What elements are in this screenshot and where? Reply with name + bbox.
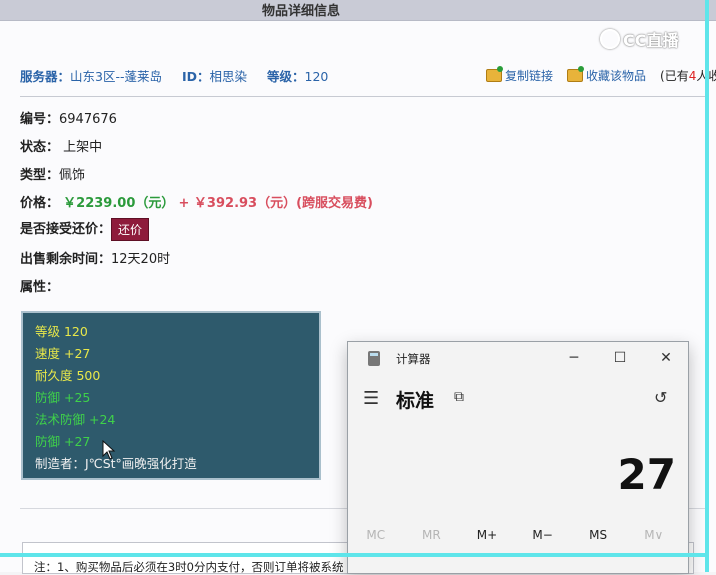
mr-button[interactable]: MR <box>404 528 460 542</box>
item-actions: 复制链接 收藏该物品 (已有4人收 <box>486 66 716 84</box>
server-label: 服务器： <box>20 69 71 84</box>
calculator-window[interactable]: 计算器 ─ ☐ ✕ ☰ 标准 ⧉ ↺ 27 MC MR M+ M− MS M∨ <box>347 341 689 574</box>
attr-line: 防御 +27 <box>35 434 91 449</box>
capture-frame-bottom <box>0 553 709 557</box>
bargain-label: 是否接受还价： <box>20 222 112 237</box>
mouse-cursor-icon <box>102 440 116 460</box>
status-value: 上架中 <box>63 140 103 155</box>
calculator-title: 计算器 <box>396 352 431 366</box>
number-label: 编号： <box>20 112 60 127</box>
hamburger-menu-icon[interactable]: ☰ <box>363 388 379 409</box>
memory-row: MC MR M+ M− MS M∨ <box>348 528 688 542</box>
calculator-app-icon <box>368 351 380 366</box>
attr-line: 制造者：J℃St°画晚强化打造 <box>35 456 197 471</box>
bargain-button[interactable]: 还价 <box>111 218 150 241</box>
time-left-value: 12天20时 <box>111 252 171 267</box>
price-value: ￥2239.00（元） <box>63 196 175 211</box>
time-left-label: 出售剩余时间： <box>20 252 112 267</box>
notice-text: 注：1、购买物品后必须在3时0分内支付，否则订单将被系统 <box>34 560 344 574</box>
keep-on-top-icon[interactable]: ⧉ <box>454 389 464 405</box>
item-number-row: 编号：6947676 <box>20 108 117 127</box>
favorite-label: 收藏该物品 <box>586 69 647 83</box>
type-label: 类型： <box>20 168 60 183</box>
attr-line: 耐久度 500 <box>35 368 101 383</box>
attr-line: 速度 +27 <box>35 346 91 361</box>
attributes-panel: 等级 120 速度 +27 耐久度 500 防御 +25 法术防御 +24 防御… <box>21 311 321 480</box>
watermark-text: CC直播 <box>623 31 679 50</box>
favorite-icon <box>567 66 585 82</box>
cc-logo-icon <box>600 29 620 49</box>
price-row: 价格： ￥2239.00（元） + ￥392.93（元）(跨服交易费) <box>20 192 373 211</box>
attributes-label: 属性： <box>20 280 60 295</box>
title-bar: 物品详细信息 <box>0 0 716 21</box>
id-label: ID： <box>181 69 210 84</box>
level-value: 120 <box>304 69 329 84</box>
m-minus-button[interactable]: M− <box>515 528 571 542</box>
status-row: 状态： 上架中 <box>20 136 102 155</box>
minimize-button[interactable]: ─ <box>562 348 586 368</box>
ms-button[interactable]: MS <box>570 528 626 542</box>
cc-watermark: CC直播 <box>600 27 679 51</box>
favorite-button[interactable]: 收藏该物品 <box>567 66 647 84</box>
header-divider <box>20 96 706 97</box>
history-icon[interactable]: ↺ <box>654 388 667 407</box>
memory-list-button[interactable]: M∨ <box>626 528 682 542</box>
price-label: 价格： <box>20 196 60 211</box>
type-row: 类型：佩饰 <box>20 164 85 183</box>
calculator-display: 27 <box>617 450 676 499</box>
m-plus-button[interactable]: M+ <box>459 528 515 542</box>
server-info: 服务器：山东3区--蓬莱岛 ID：相思染 等级：120 <box>20 66 344 85</box>
bargain-row: 是否接受还价： 还价 <box>20 218 150 241</box>
status-label: 状态： <box>20 140 60 155</box>
mc-button[interactable]: MC <box>348 528 404 542</box>
attr-line: 防御 +25 <box>35 390 91 405</box>
type-value: 佩饰 <box>59 168 86 183</box>
attr-line: 等级 120 <box>35 324 88 339</box>
capture-frame-right <box>705 0 709 572</box>
attributes-row: 属性： <box>20 276 59 295</box>
cross-server-fee: + ￥392.93（元）(跨服交易费) <box>178 196 373 211</box>
copy-link-icon <box>486 66 503 82</box>
calculator-mode: 标准 <box>396 390 435 412</box>
time-left-row: 出售剩余时间：12天20时 <box>20 248 170 267</box>
maximize-button[interactable]: ☐ <box>608 348 632 368</box>
copy-link-button[interactable]: 复制链接 <box>486 66 554 84</box>
page-title: 物品详细信息 <box>262 4 341 19</box>
number-value: 6947676 <box>59 112 117 127</box>
copy-link-label: 复制链接 <box>505 69 554 83</box>
attr-line: 法术防御 +24 <box>35 412 116 427</box>
close-button[interactable]: ✕ <box>654 348 678 368</box>
id-value: 相思染 <box>209 69 248 84</box>
level-label: 等级： <box>267 69 305 84</box>
server-value: 山东3区--蓬莱岛 <box>70 69 162 84</box>
calculator-titlebar[interactable]: 计算器 ─ ☐ ✕ <box>348 342 688 374</box>
